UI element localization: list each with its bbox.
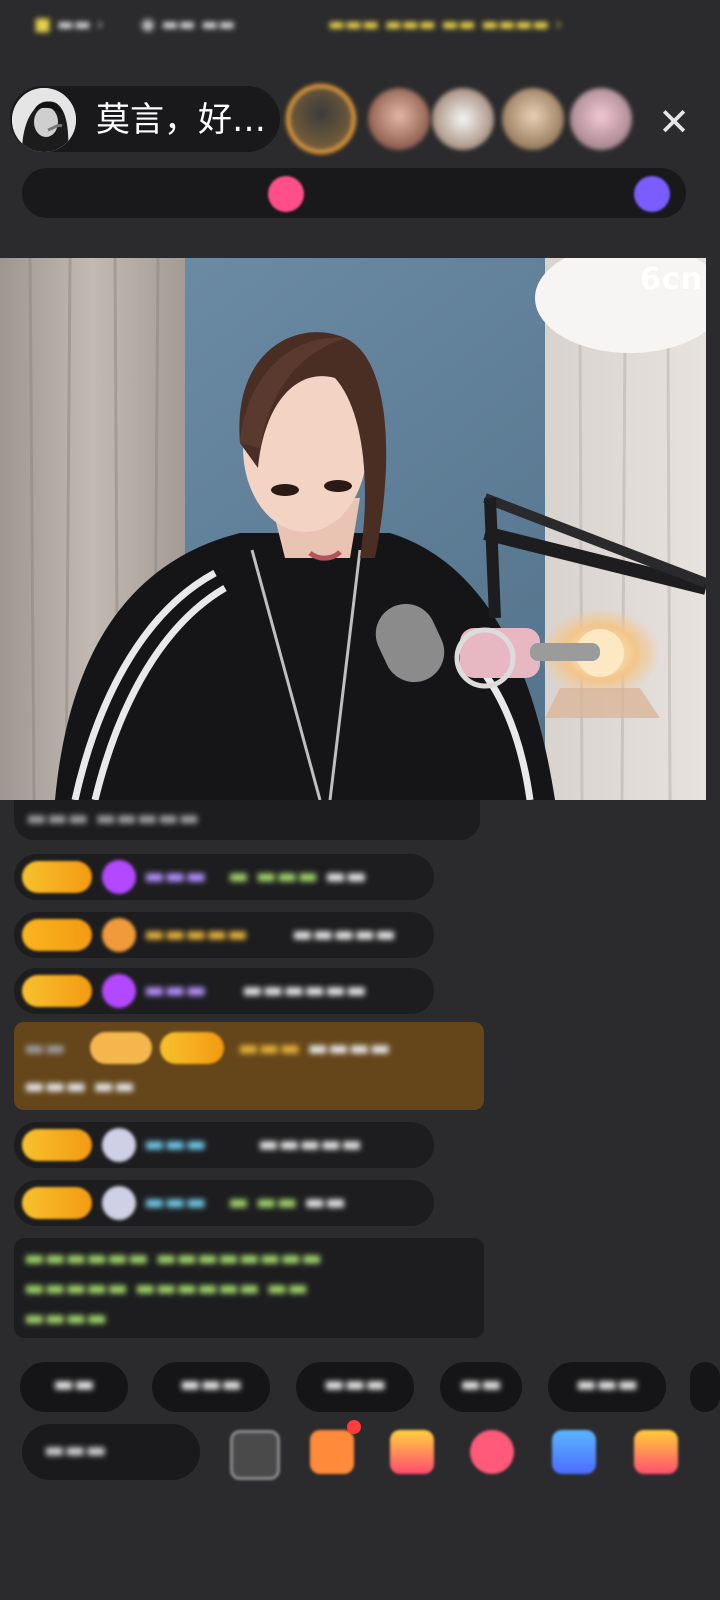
notice-text: ▬▬▬▬▬ ▬▬▬▬▬▬ ▬▬	[24, 1276, 309, 1301]
live-room-screen: 莫言，好… ✕ ■ ▬▬ › ◉ ▬▬ ▬▬ ▬▬▬ ▬▬▬ ▬▬ ▬▬▬▬ ›	[0, 0, 720, 1600]
chat-username: ▬▬▬	[144, 1132, 207, 1157]
viewer-avatar[interactable]	[432, 88, 494, 150]
quick-reply-chip[interactable]: ▬▬▬	[152, 1362, 270, 1412]
system-notice-message: ▬▬▬▬▬▬ ▬▬▬▬▬▬▬▬ ▬▬▬▬▬ ▬▬▬▬▬▬ ▬▬ ▬▬▬▬	[14, 1238, 484, 1338]
rank-label: ■ ▬▬ ›	[34, 14, 104, 35]
quick-reply-chip[interactable]	[690, 1362, 720, 1412]
level-badge	[160, 1032, 224, 1064]
quick-reply-chip[interactable]: ▬▬▬	[296, 1362, 414, 1412]
viewer-avatar[interactable]	[368, 88, 430, 150]
chat-username: ▬▬▬ ▬▬▬▬	[238, 1036, 391, 1061]
chat-text: ▬ ▬▬▬ ▬▬	[228, 864, 367, 889]
diamond-icon	[102, 974, 136, 1008]
chat-message[interactable]: ▬▬▬ ▬ ▬▬ ▬▬	[14, 1180, 434, 1226]
notice-text: ▬▬▬▬	[24, 1306, 108, 1331]
notice-label: ▬▬▬ ▬▬▬ ▬▬ ▬▬▬▬ ›	[328, 14, 563, 35]
notice-text: ▬▬▬▬▬▬ ▬▬▬▬▬▬▬▬	[24, 1246, 322, 1271]
chat-text: ▬▬▬ ▬▬▬▬▬	[26, 806, 200, 831]
chat-message[interactable]: ▬▬▬ ▬▬▬▬▬	[14, 1122, 434, 1168]
diamond-icon	[102, 860, 136, 894]
chat-username: ▬▬▬	[144, 1190, 207, 1215]
highlighted-chat-message[interactable]: ▬▬ ▬▬▬ ▬▬▬▬ ▬▬▬ ▬▬	[14, 1022, 484, 1110]
chat-message[interactable]: ▬▬▬ ▬ ▬▬▬ ▬▬	[14, 854, 434, 900]
quick-reply-chip[interactable]: ▬▬	[440, 1362, 522, 1412]
chat-input[interactable]: ▬▬▬	[22, 1424, 200, 1480]
vip-badge	[90, 1032, 152, 1064]
purple-badge-icon[interactable]	[634, 176, 670, 212]
level-badge	[22, 861, 92, 893]
close-icon[interactable]: ✕	[648, 96, 700, 148]
chat-text: ▬ ▬▬ ▬▬	[228, 1190, 346, 1215]
chat-text: ▬▬▬ ▬▬	[24, 1074, 135, 1099]
viewer-avatar[interactable]	[570, 88, 632, 150]
platform-watermark: 6cn	[640, 262, 704, 297]
viewer-avatar[interactable]	[290, 88, 352, 150]
host-avatar[interactable]	[12, 88, 76, 152]
quick-reply-chip[interactable]: ▬▬▬	[548, 1362, 666, 1412]
fan-icon	[102, 918, 136, 952]
chat-username: ▬▬▬▬▬	[144, 922, 248, 947]
chat-text: ▬▬▬▬▬	[292, 922, 396, 947]
game-controller-icon[interactable]	[552, 1430, 596, 1474]
gift-icon[interactable]	[634, 1430, 678, 1474]
quick-reply-chip[interactable]: ▬▬	[20, 1362, 128, 1412]
avatar-icon	[102, 1186, 136, 1220]
level-badge	[22, 975, 92, 1007]
treasure-icon[interactable]	[390, 1430, 434, 1474]
heart-icon[interactable]	[470, 1430, 514, 1474]
chat-username: ▬▬▬	[144, 864, 207, 889]
avatar-icon	[102, 1128, 136, 1162]
pink-badge-icon[interactable]	[268, 176, 304, 212]
gift-box-icon[interactable]	[310, 1430, 354, 1474]
notification-dot	[347, 1420, 361, 1434]
room-info-strip[interactable]	[22, 168, 686, 218]
fans-label: ◉ ▬▬ ▬▬	[140, 14, 236, 35]
level-badge	[22, 1187, 92, 1219]
chat-message[interactable]: ▬▬▬ ▬▬▬▬▬▬	[14, 968, 434, 1014]
chat-text: ▬▬▬▬▬	[258, 1132, 362, 1157]
chat-username: ▬▬▬	[144, 978, 207, 1003]
chat-message[interactable]: ▬▬▬▬▬ ▬▬▬▬▬	[14, 912, 434, 958]
host-name[interactable]: 莫言，好…	[96, 100, 278, 140]
chat-text: ▬▬▬▬▬▬	[242, 978, 367, 1003]
chat-username: ▬▬	[24, 1036, 66, 1061]
viewer-avatar[interactable]	[502, 88, 564, 150]
live-video[interactable]	[0, 258, 706, 800]
message-icon[interactable]	[230, 1430, 280, 1480]
level-badge	[22, 1129, 92, 1161]
level-badge	[22, 919, 92, 951]
chat-message[interactable]: ▬▬▬ ▬▬▬▬▬	[14, 800, 480, 840]
